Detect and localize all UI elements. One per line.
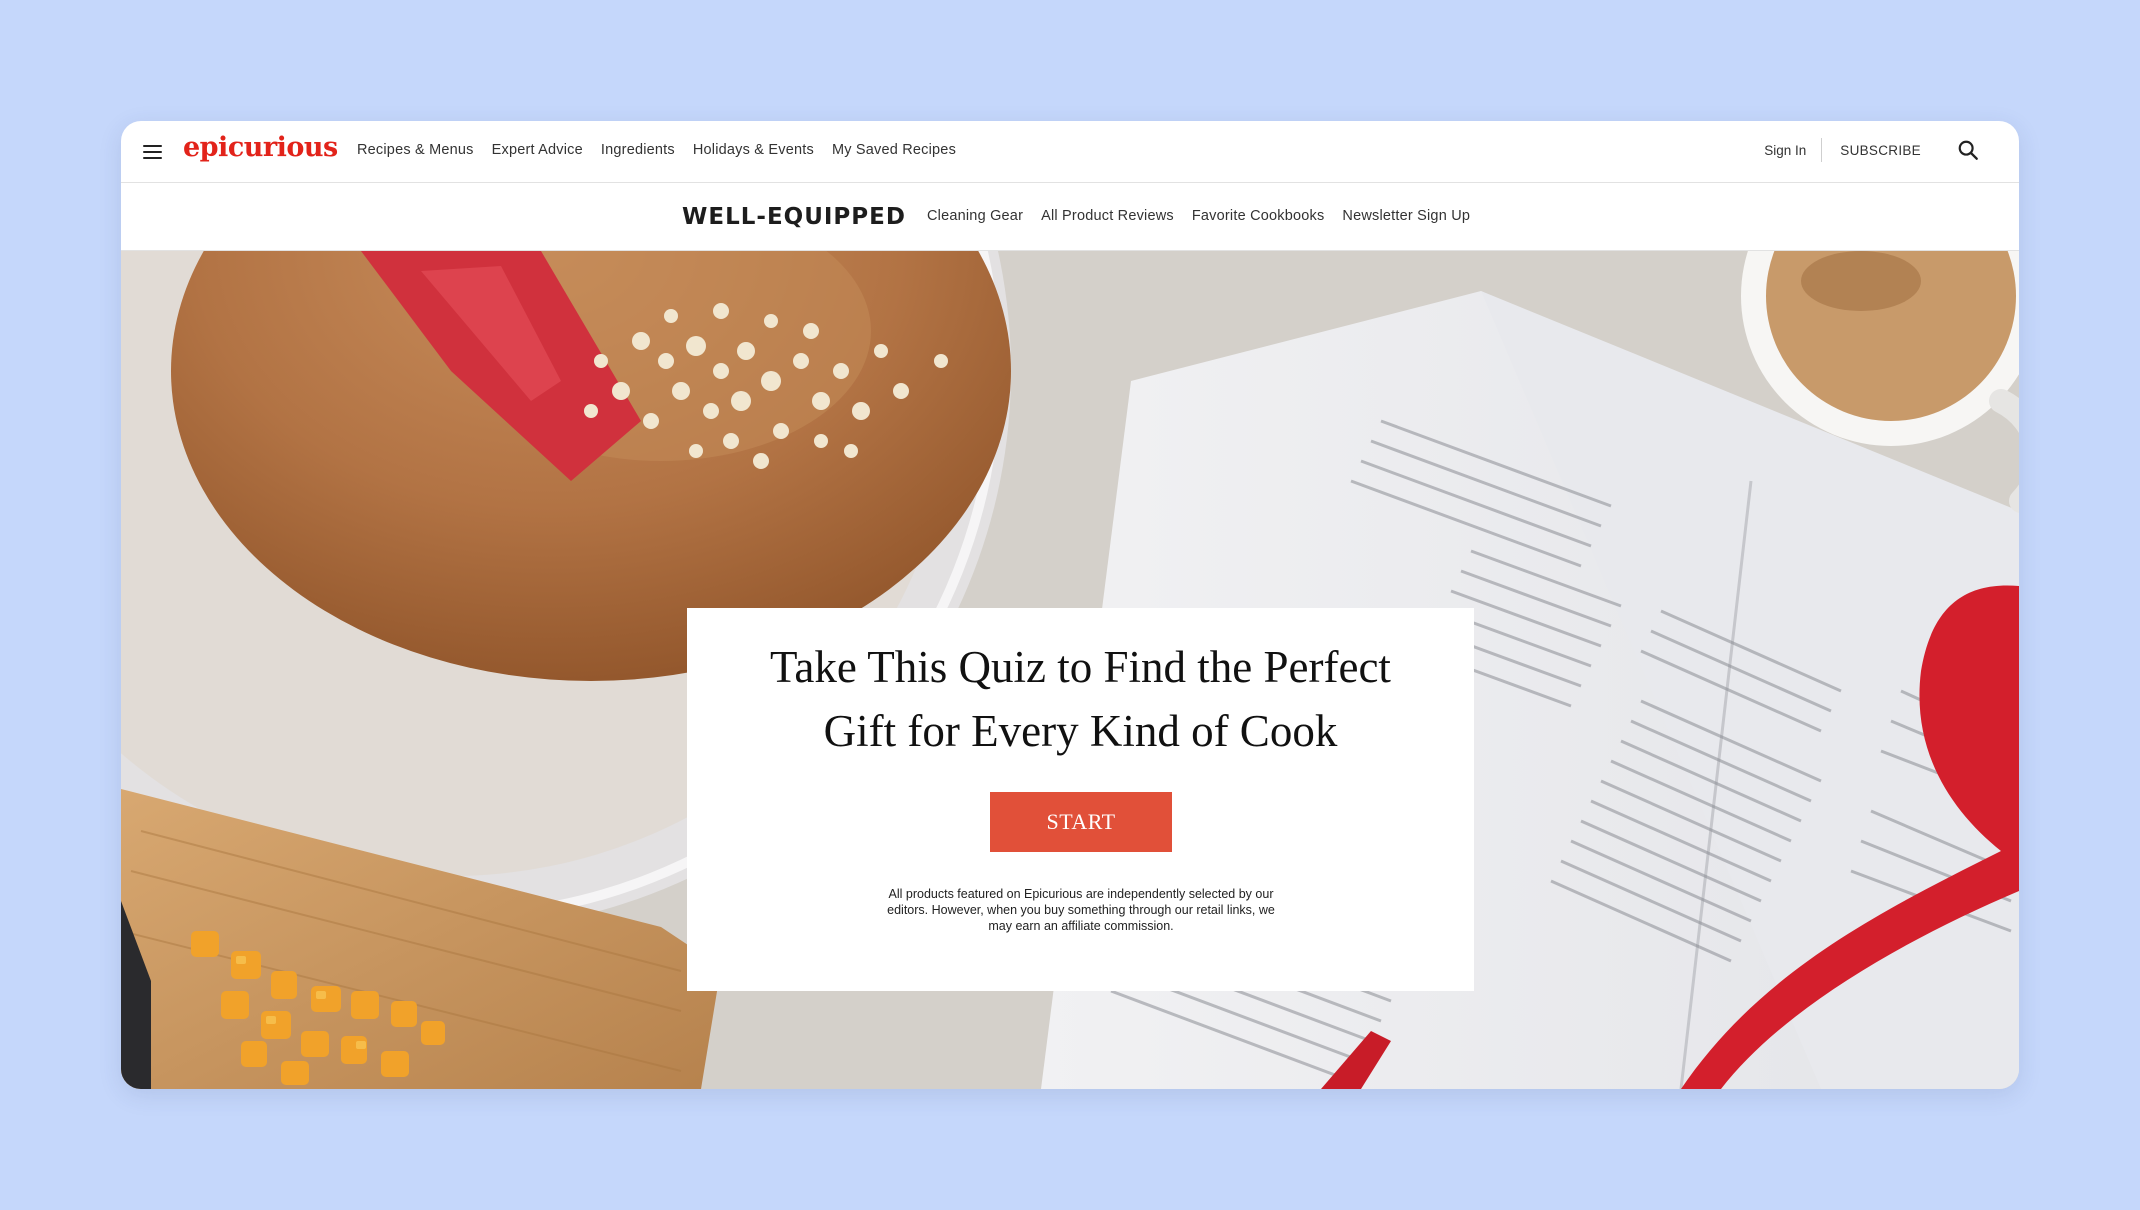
account-nav: Sign In SUBSCRIBE [1764,138,1979,162]
main-nav-links: Recipes & Menus Expert Advice Ingredient… [357,142,956,158]
section-nav-links: Cleaning Gear All Product Reviews Favori… [927,208,1470,224]
subnav-link-cleaning-gear[interactable]: Cleaning Gear [927,208,1023,224]
subnav-link-product-reviews[interactable]: All Product Reviews [1041,208,1174,224]
nav-link-holidays-events[interactable]: Holidays & Events [693,142,814,158]
affiliate-disclaimer: All products featured on Epicurious are … [887,887,1275,933]
browser-window: epicurious Recipes & Menus Expert Advice… [121,121,2019,1089]
nav-link-expert-advice[interactable]: Expert Advice [492,142,583,158]
quiz-card: Take This Quiz to Find the Perfect Gift … [687,608,1474,991]
hamburger-menu-icon[interactable] [143,143,163,161]
subnav-link-newsletter[interactable]: Newsletter Sign Up [1342,208,1470,224]
nav-link-ingredients[interactable]: Ingredients [601,142,675,158]
search-icon[interactable] [1957,139,1979,161]
nav-link-recipes-menus[interactable]: Recipes & Menus [357,142,474,158]
quiz-title: Take This Quiz to Find the Perfect Gift … [770,642,1391,756]
start-quiz-button[interactable]: START [990,792,1172,852]
subscribe-link[interactable]: SUBSCRIBE [1822,143,1957,158]
section-navigation: WELL-EQUIPPED Cleaning Gear All Product … [121,183,2019,251]
well-equipped-logo[interactable]: WELL-EQUIPPED [682,204,906,230]
subnav-link-favorite-cookbooks[interactable]: Favorite Cookbooks [1192,208,1325,224]
epicurious-logo[interactable]: epicurious [183,132,338,163]
sign-in-link[interactable]: Sign In [1764,143,1821,158]
top-navigation: epicurious Recipes & Menus Expert Advice… [121,121,2019,183]
nav-link-my-saved-recipes[interactable]: My Saved Recipes [832,142,956,158]
